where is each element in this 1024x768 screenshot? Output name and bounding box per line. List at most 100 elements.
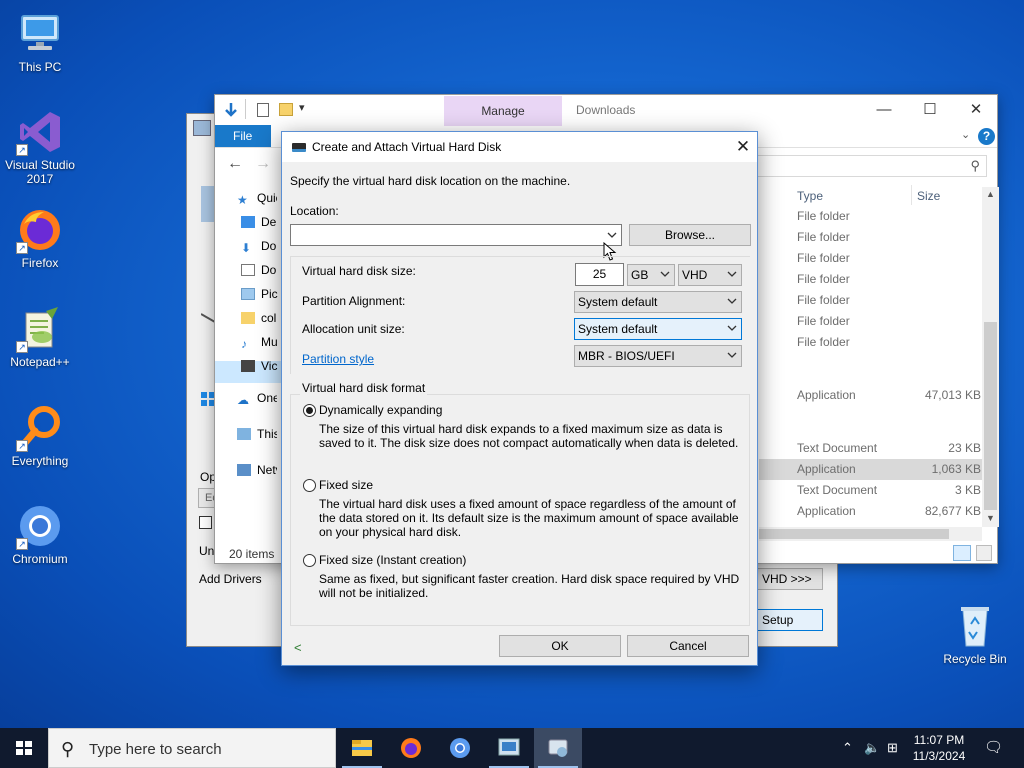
nav-item-desktop[interactable]: De bbox=[241, 211, 281, 233]
cancel-button[interactable]: Cancel bbox=[627, 635, 749, 657]
new-folder-icon[interactable] bbox=[279, 103, 293, 116]
maximize-button[interactable]: ☐ bbox=[907, 99, 953, 121]
scroll-up-icon[interactable]: ▲ bbox=[986, 189, 995, 199]
start-button[interactable] bbox=[0, 728, 48, 768]
list-item[interactable]: Text Document 23 KB bbox=[759, 438, 985, 459]
nav-item-downloads[interactable]: ⬇ Do bbox=[241, 235, 281, 257]
option-label-dynamic[interactable]: Dynamically expanding bbox=[319, 403, 442, 417]
disk-type-select[interactable]: VHD bbox=[678, 264, 742, 286]
taskbar-clock[interactable]: 11:07 PM 11/3/2024 bbox=[904, 732, 974, 764]
help-icon[interactable]: ? bbox=[978, 128, 995, 145]
list-item[interactable]: File folder bbox=[759, 269, 985, 290]
close-button[interactable]: ✕ bbox=[729, 135, 757, 159]
column-header-size[interactable]: Size bbox=[917, 189, 940, 203]
nav-item-pictures[interactable]: Pic bbox=[241, 283, 281, 305]
desktop-icon-visual-studio[interactable]: ↗ Visual Studio 2017 bbox=[0, 108, 80, 186]
toolbar-divider bbox=[245, 99, 246, 119]
add-drivers-label[interactable]: Add Drivers bbox=[199, 572, 262, 586]
list-item[interactable]: File folder bbox=[759, 332, 985, 353]
nav-item-this-pc[interactable]: This bbox=[237, 423, 277, 445]
taskbar-chromium[interactable] bbox=[436, 728, 484, 768]
nav-item-col-folder[interactable]: col bbox=[241, 307, 281, 329]
location-combobox[interactable] bbox=[290, 224, 622, 246]
column-header-type[interactable]: Type bbox=[797, 189, 823, 203]
column-divider bbox=[911, 185, 912, 205]
nav-item-label: Quic bbox=[257, 191, 277, 205]
desktop-icon-firefox[interactable]: ↗ Firefox bbox=[0, 206, 80, 270]
list-item[interactable]: Application 1,063 KB bbox=[759, 459, 985, 480]
network-icon bbox=[237, 464, 251, 476]
taskbar-search-box[interactable]: ⚲ Type here to search bbox=[48, 728, 336, 768]
vhd-button[interactable]: VHD >>> bbox=[753, 568, 823, 590]
nav-item-network[interactable]: Netv bbox=[237, 459, 277, 481]
scrollbar-thumb[interactable] bbox=[984, 322, 997, 510]
search-input[interactable]: ⚲ bbox=[755, 155, 987, 177]
list-item[interactable]: File folder bbox=[759, 248, 985, 269]
nav-item-quick-access[interactable]: ★ Quic bbox=[237, 187, 277, 209]
radio-dynamically-expanding[interactable] bbox=[303, 404, 316, 417]
shortcut-arrow-icon: ↗ bbox=[16, 440, 28, 452]
partition-alignment-label: Partition Alignment: bbox=[302, 294, 406, 308]
chevron-up-icon[interactable]: ⌃ bbox=[842, 740, 853, 756]
nav-item-onedrive[interactable]: ☁ One bbox=[237, 387, 277, 409]
properties-icon[interactable] bbox=[257, 103, 269, 117]
list-item[interactable]: Text Document 3 KB bbox=[759, 480, 985, 501]
back-link[interactable]: < bbox=[294, 640, 302, 655]
details-view-icon[interactable] bbox=[953, 545, 971, 561]
quick-access-dropdown-icon[interactable]: ▾ bbox=[299, 101, 305, 114]
list-item[interactable]: File folder bbox=[759, 206, 985, 227]
list-item[interactable]: File folder bbox=[759, 227, 985, 248]
browse-button[interactable]: Browse... bbox=[629, 224, 751, 246]
scroll-down-icon[interactable]: ▼ bbox=[986, 513, 995, 523]
option-label-fixed[interactable]: Fixed size bbox=[319, 478, 373, 492]
partition-alignment-select[interactable]: System default bbox=[574, 291, 742, 313]
minimize-button[interactable]: — bbox=[861, 99, 907, 121]
taskbar-setup-app[interactable] bbox=[485, 728, 533, 768]
option-label-fixed-instant[interactable]: Fixed size (Instant creation) bbox=[319, 553, 466, 567]
hscroll-thumb[interactable] bbox=[759, 529, 949, 539]
desktop-icon-label: Recycle Bin bbox=[943, 652, 1007, 666]
setup-button[interactable]: Setup bbox=[753, 609, 823, 631]
partition-style-link[interactable]: Partition style bbox=[302, 352, 374, 366]
file-type: Application bbox=[797, 504, 856, 518]
taskbar-firefox[interactable] bbox=[387, 728, 435, 768]
radio-fixed-size-instant[interactable] bbox=[303, 554, 316, 567]
chevron-down-icon[interactable] bbox=[607, 229, 617, 243]
tab-file[interactable]: File bbox=[215, 125, 271, 147]
desktop-icon-recycle-bin[interactable]: Recycle Bin bbox=[935, 602, 1015, 666]
desktop-icon-notepad-plus-plus[interactable]: ↗ Notepad++ bbox=[0, 305, 80, 369]
radio-fixed-size[interactable] bbox=[303, 479, 316, 492]
horizontal-scrollbar[interactable] bbox=[759, 527, 982, 541]
option-checkbox[interactable] bbox=[199, 516, 212, 529]
setup-app-icon bbox=[498, 738, 520, 756]
down-arrow-icon[interactable] bbox=[223, 102, 239, 121]
desktop-icon-this-pc[interactable]: This PC bbox=[0, 10, 80, 74]
desktop-icon-chromium[interactable]: ↗ Chromium bbox=[0, 502, 80, 566]
taskbar-file-explorer[interactable] bbox=[338, 728, 386, 768]
size-unit-select[interactable]: GB bbox=[627, 264, 675, 286]
network-icon[interactable]: ⊞ bbox=[887, 740, 898, 756]
nav-item-videos[interactable]: Vic bbox=[241, 355, 281, 377]
volume-muted-icon[interactable]: 🔈 bbox=[864, 740, 880, 756]
ok-button[interactable]: OK bbox=[499, 635, 621, 657]
ribbon-expand-icon[interactable]: ⌄ bbox=[961, 128, 970, 141]
desktop-icon-everything[interactable]: ↗ Everything bbox=[0, 404, 80, 468]
taskbar-vhd-tool[interactable] bbox=[534, 728, 582, 768]
notification-icon[interactable]: 🗨 bbox=[984, 738, 1003, 756]
list-item[interactable]: Application 47,013 KB bbox=[759, 385, 985, 406]
partition-style-select[interactable]: MBR - BIOS/UEFI bbox=[574, 345, 742, 367]
vertical-scrollbar[interactable]: ▲ ▼ bbox=[982, 187, 999, 527]
list-item[interactable]: File folder bbox=[759, 290, 985, 311]
forward-arrow-icon[interactable]: → bbox=[255, 155, 271, 173]
nav-item-documents[interactable]: Do bbox=[241, 259, 281, 281]
disk-size-input[interactable]: 25 bbox=[575, 263, 624, 286]
close-button[interactable]: ✕ bbox=[953, 99, 999, 121]
nav-item-music[interactable]: ♪ Mu bbox=[241, 331, 281, 353]
back-arrow-icon[interactable]: ← bbox=[227, 155, 243, 173]
size-label: Virtual hard disk size: bbox=[302, 264, 416, 278]
list-item[interactable]: Application 82,677 KB bbox=[759, 501, 985, 522]
tab-manage[interactable]: Manage bbox=[444, 96, 562, 126]
large-icons-view-icon[interactable] bbox=[976, 545, 993, 561]
allocation-unit-select[interactable]: System default bbox=[574, 318, 742, 340]
list-item[interactable]: File folder bbox=[759, 311, 985, 332]
